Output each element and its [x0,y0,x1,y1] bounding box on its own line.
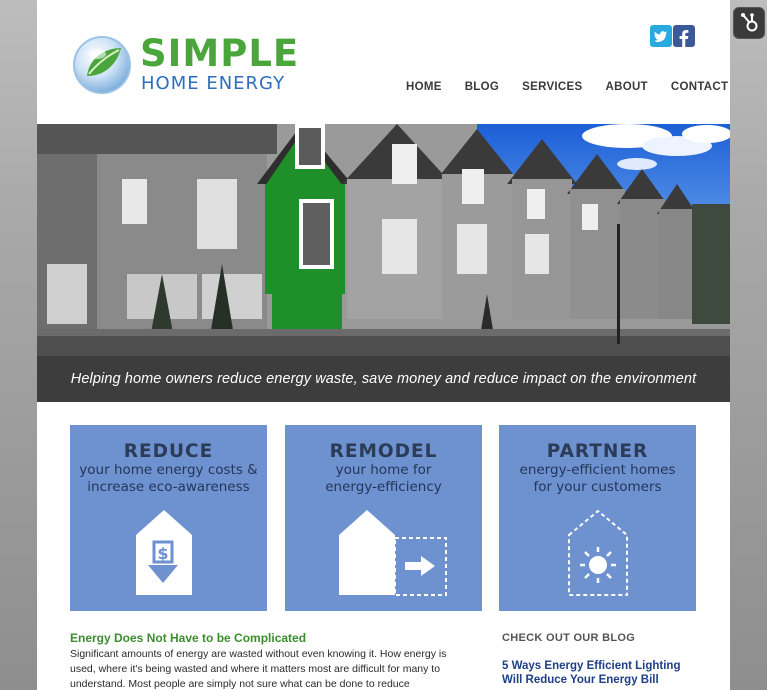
partner-card[interactable]: PARTNER energy-efficient homes for your … [499,425,696,611]
blog-post-title-line2[interactable]: Will Reduce Your Energy Bill [502,673,712,687]
twitter-icon [654,31,667,42]
blog-post-link[interactable]: 5 Ways Energy Efficient Lighting Will Re… [502,659,712,687]
facebook-icon [679,30,689,47]
hubspot-badge[interactable] [733,7,765,39]
twitter-button[interactable] [650,25,672,47]
nav-item-about[interactable]: ABOUT [605,81,647,93]
svg-text:$: $ [157,544,168,563]
blog-heading: CHECK OUT OUR BLOG [502,632,636,644]
nav-item-blog[interactable]: BLOG [465,81,499,93]
remodel-card[interactable]: REMODEL your home for energy-efficiency [285,425,482,611]
logo-icon[interactable] [71,34,133,96]
intro-paragraph: Significant amounts of energy are wasted… [70,648,447,690]
nav-item-services[interactable]: SERVICES [522,81,582,93]
brand-name-line2[interactable]: HOME ENERGY [141,75,285,93]
nav-item-contact[interactable]: CONTACT [671,81,728,93]
hero-image [37,124,730,356]
main-nav: HOME BLOG SERVICES ABOUT CONTACT [406,81,728,93]
brand-name-line1[interactable]: SIMPLE [140,35,299,72]
nav-item-home[interactable]: HOME [406,81,442,93]
page-container: SIMPLE HOME ENERGY HOME BLOG SERVICES AB… [37,0,730,690]
hero-tagline: Helping home owners reduce energy waste,… [37,356,730,402]
facebook-button[interactable] [673,25,695,47]
blog-post-title-line1[interactable]: 5 Ways Energy Efficient Lighting [502,659,712,673]
intro-heading: Energy Does Not Have to be Complicated [70,631,307,645]
hubspot-sprocket-icon [741,13,758,32]
house-expand-arrow-icon [339,510,447,596]
house-dollar-down-icon: $ [136,510,192,595]
reduce-card[interactable]: REDUCE your home energy costs & increase… [70,425,267,611]
house-sun-icon [568,509,628,596]
